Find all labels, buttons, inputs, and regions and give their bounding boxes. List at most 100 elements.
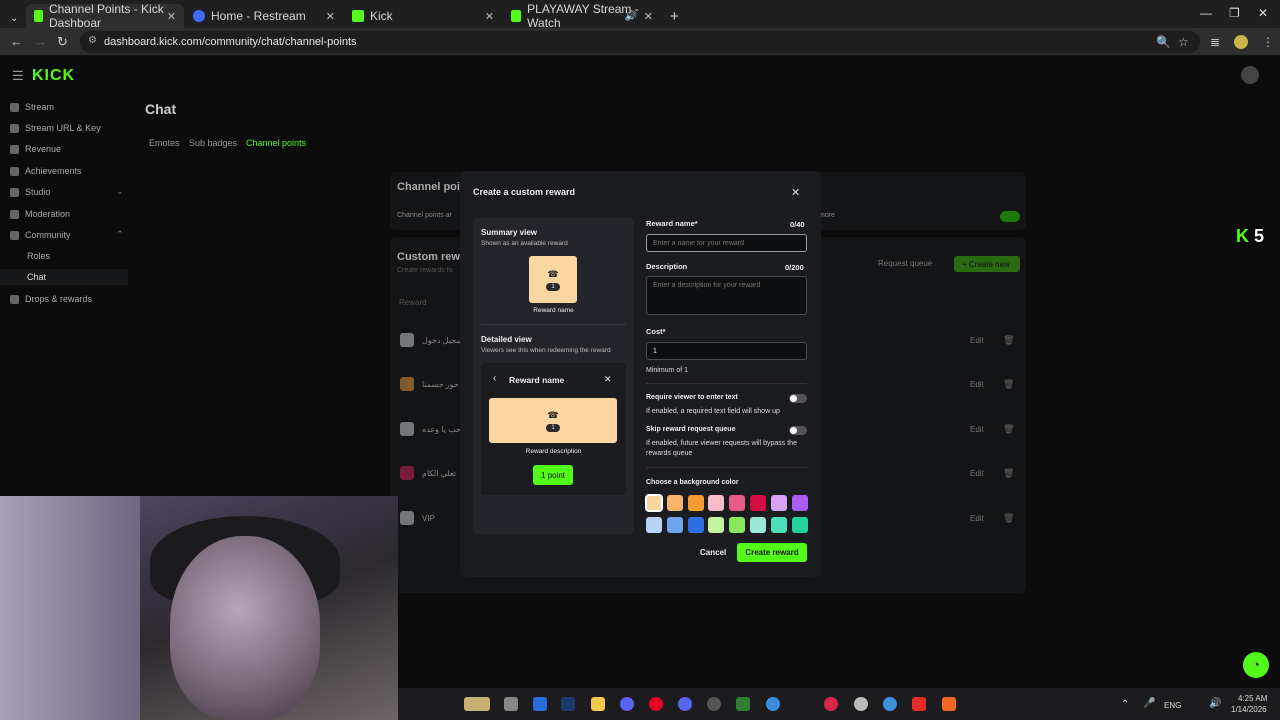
app-icon[interactable] <box>707 697 721 711</box>
youtube-icon[interactable] <box>912 697 926 711</box>
chevron-down-icon[interactable]: ⌄ <box>116 186 124 197</box>
close-tab-icon[interactable]: ✕ <box>167 10 176 23</box>
browser-menu-icon[interactable]: ⋮ <box>1262 35 1274 49</box>
microphone-icon[interactable]: 🎤 <box>1143 698 1155 709</box>
audio-playing-icon[interactable]: 🔊 <box>625 11 637 22</box>
sidebar-item-community[interactable]: Community <box>10 230 71 240</box>
tab-emotes[interactable]: Emotes <box>149 138 180 148</box>
bookmark-star-icon[interactable]: ☆ <box>1178 35 1189 49</box>
close-icon[interactable]: ✕ <box>791 186 800 199</box>
color-swatch[interactable] <box>708 517 725 533</box>
tab-channel-points[interactable]: Channel Points - Kick Dashboar ✕ <box>26 2 184 30</box>
brave-icon[interactable] <box>942 697 956 711</box>
profile-avatar[interactable] <box>1234 35 1248 49</box>
restore-icon[interactable]: ❐ <box>1229 6 1240 20</box>
sidebar-item-roles[interactable]: Roles <box>27 251 50 261</box>
color-swatch[interactable] <box>646 517 662 533</box>
edit-reward-button[interactable]: Edit <box>970 425 984 434</box>
edit-reward-button[interactable]: Edit <box>970 469 984 478</box>
file-explorer-icon[interactable] <box>591 697 605 711</box>
chrome-icon[interactable] <box>766 697 780 711</box>
menu-icon[interactable]: ☰ <box>12 68 24 84</box>
sidebar-item-stream-url-key[interactable]: Stream URL & Key <box>10 123 101 133</box>
color-swatch[interactable] <box>750 517 766 533</box>
new-tab-button[interactable]: + <box>662 4 687 28</box>
delete-icon[interactable]: 🗑 <box>1003 335 1014 346</box>
steam-icon[interactable] <box>561 697 575 711</box>
kick-logo[interactable]: KICK <box>32 67 75 85</box>
color-swatch[interactable] <box>666 517 683 533</box>
sidebar-item-revenue[interactable]: Revenue <box>10 144 61 154</box>
create-reward-button[interactable]: Create reward <box>737 543 807 562</box>
request-queue-button[interactable]: Request queue <box>878 259 932 268</box>
tab-channel-points[interactable]: Channel points <box>246 138 306 148</box>
color-swatch[interactable] <box>750 495 766 511</box>
close-tab-icon[interactable]: ✕ <box>326 10 335 23</box>
sidebar-item-achievements[interactable]: Achievements <box>10 166 82 176</box>
site-info-icon[interactable]: ⚙ <box>88 35 97 46</box>
tab-kick[interactable]: Kick ✕ <box>344 4 502 28</box>
app-icon[interactable] <box>736 697 750 711</box>
color-swatch[interactable] <box>770 517 787 533</box>
sidebar-item-drops-rewards[interactable]: Drops & rewards <box>10 294 92 304</box>
reward-name-input[interactable] <box>646 234 807 252</box>
cost-input[interactable]: 1 <box>646 342 807 360</box>
color-swatch[interactable] <box>645 494 663 512</box>
support-chat-icon[interactable]: ◔ <box>1243 652 1269 678</box>
tab-search-icon[interactable]: ≣ <box>1210 35 1220 49</box>
user-avatar[interactable] <box>1241 66 1259 84</box>
color-swatch[interactable] <box>666 495 683 511</box>
edit-reward-button[interactable]: Edit <box>970 336 984 345</box>
delete-icon[interactable]: 🗑 <box>1003 424 1014 435</box>
learn-more-link[interactable]: more <box>819 212 835 219</box>
description-input[interactable] <box>646 276 807 315</box>
color-swatch[interactable] <box>770 495 787 511</box>
delete-icon[interactable]: 🗑 <box>1003 513 1014 524</box>
chevron-up-icon[interactable]: ⌃ <box>116 229 124 240</box>
tab-playaway-stream[interactable]: PLAYAWAY Stream - Watch 🔊 ✕ <box>503 2 661 30</box>
tab-search-dropdown[interactable]: ⌄ <box>2 6 26 30</box>
minimize-icon[interactable]: — <box>1200 6 1212 20</box>
chrome-icon[interactable] <box>883 697 897 711</box>
media-icon[interactable] <box>824 697 838 711</box>
zoom-icon[interactable]: 🔍 <box>1156 35 1171 49</box>
app-icon[interactable] <box>533 697 547 711</box>
clock-time[interactable]: 4:25 AM <box>1238 694 1267 703</box>
color-swatch[interactable] <box>791 495 808 511</box>
discord-icon[interactable] <box>620 697 634 711</box>
color-swatch[interactable] <box>729 495 746 511</box>
delete-icon[interactable]: 🗑 <box>1003 468 1014 479</box>
volume-icon[interactable]: 🔊 <box>1209 698 1221 709</box>
edit-reward-button[interactable]: Edit <box>970 380 984 389</box>
tray-chevron-icon[interactable]: ⌃ <box>1121 699 1129 710</box>
weather-widget-icon[interactable] <box>464 697 490 711</box>
language-indicator[interactable]: ENG <box>1164 701 1181 710</box>
close-window-icon[interactable]: ✕ <box>1258 6 1268 20</box>
sidebar-item-moderation[interactable]: Moderation <box>10 209 70 219</box>
back-icon[interactable]: ← <box>10 34 23 49</box>
color-swatch[interactable] <box>708 495 725 511</box>
color-swatch[interactable] <box>687 495 704 511</box>
color-swatch[interactable] <box>687 517 704 533</box>
color-swatch[interactable] <box>791 517 808 533</box>
pinterest-icon[interactable] <box>649 697 663 711</box>
settings-icon[interactable] <box>854 697 868 711</box>
sidebar-item-stream[interactable]: Stream <box>10 102 54 112</box>
sidebar-item-chat[interactable]: Chat <box>0 269 128 285</box>
tab-sub-badges[interactable]: Sub badges <box>189 138 237 148</box>
require-text-toggle[interactable] <box>789 394 807 403</box>
cancel-button[interactable]: Cancel <box>700 548 726 557</box>
address-bar[interactable]: ⚙ dashboard.kick.com/community/chat/chan… <box>80 31 1200 53</box>
tab-restream[interactable]: Home - Restream ✕ <box>185 4 343 28</box>
discord-icon[interactable] <box>678 697 692 711</box>
color-swatch[interactable] <box>729 517 746 533</box>
reload-icon[interactable]: ↻ <box>57 34 68 50</box>
clock-date[interactable]: 1/14/2026 <box>1231 705 1267 714</box>
close-tab-icon[interactable]: ✕ <box>644 10 653 23</box>
forward-icon[interactable]: → <box>34 34 47 49</box>
file-icon[interactable] <box>504 697 518 711</box>
create-new-button[interactable]: + Create new <box>954 256 1020 272</box>
delete-icon[interactable]: 🗑 <box>1003 379 1014 390</box>
channel-points-toggle[interactable] <box>1000 211 1020 222</box>
close-tab-icon[interactable]: ✕ <box>485 10 494 23</box>
